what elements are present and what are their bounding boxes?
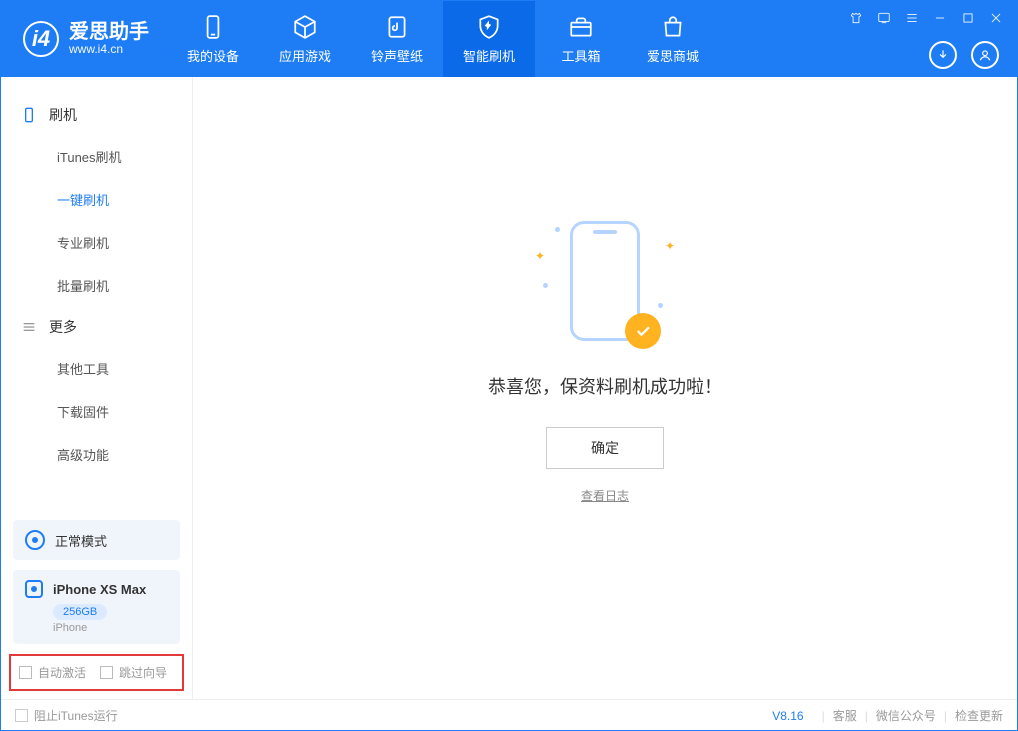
divider: | — [944, 709, 947, 723]
tshirt-icon[interactable] — [849, 11, 863, 25]
sparkle-icon: ✦ — [535, 249, 545, 263]
minimize-button[interactable] — [933, 11, 947, 25]
skip-guide-checkbox[interactable]: 跳过向导 — [100, 664, 167, 681]
mode-icon — [25, 530, 45, 550]
device-card[interactable]: iPhone XS Max 256GB iPhone — [13, 570, 180, 644]
maximize-button[interactable] — [961, 11, 975, 25]
divider: | — [822, 709, 825, 723]
options-row: 自动激活 跳过向导 — [9, 654, 184, 691]
success-illustration: ✦ ✦ — [525, 213, 685, 353]
sidebar-item-advanced[interactable]: 高级功能 — [1, 433, 192, 476]
logo-icon: i4 — [23, 21, 59, 57]
close-button[interactable] — [989, 11, 1003, 25]
checkbox-label: 自动激活 — [38, 664, 86, 681]
auto-activate-checkbox[interactable]: 自动激活 — [19, 664, 86, 681]
toolbox-icon — [568, 14, 594, 40]
header-bar: i4 爱思助手 www.i4.cn 我的设备 应用游戏 铃声壁纸 智能刷机 工具… — [1, 1, 1017, 77]
sidebar-item-batch-flash[interactable]: 批量刷机 — [1, 264, 192, 307]
header-right-buttons — [929, 41, 999, 69]
checkbox-icon — [100, 666, 113, 679]
cube-icon — [292, 14, 318, 40]
menu-icon[interactable] — [905, 11, 919, 25]
confirm-button[interactable]: 确定 — [546, 427, 664, 469]
nav-label: 铃声壁纸 — [371, 46, 423, 65]
customer-service-link[interactable]: 客服 — [833, 707, 857, 724]
check-update-link[interactable]: 检查更新 — [955, 707, 1003, 724]
app-url: www.i4.cn — [69, 43, 149, 56]
wechat-link[interactable]: 微信公众号 — [876, 707, 936, 724]
divider: | — [865, 709, 868, 723]
checkbox-icon — [19, 666, 32, 679]
sidebar-item-download-firmware[interactable]: 下载固件 — [1, 390, 192, 433]
nav-label: 工具箱 — [561, 46, 600, 65]
device-icon — [200, 14, 226, 40]
list-icon — [21, 319, 37, 335]
phone-icon — [21, 107, 37, 123]
nav-label: 我的设备 — [187, 46, 239, 65]
sidebar-item-other-tools[interactable]: 其他工具 — [1, 347, 192, 390]
nav-label: 智能刷机 — [463, 46, 515, 65]
music-icon — [384, 14, 410, 40]
nav-apps-games[interactable]: 应用游戏 — [259, 1, 351, 77]
sparkle-icon: ✦ — [665, 239, 675, 253]
app-title: 爱思助手 — [69, 21, 149, 43]
nav-toolbox[interactable]: 工具箱 — [535, 1, 627, 77]
nav-label: 爱思商城 — [647, 46, 699, 65]
nav-my-device[interactable]: 我的设备 — [167, 1, 259, 77]
window-controls — [849, 1, 1017, 29]
success-message: 恭喜您，保资料刷机成功啦！ — [488, 373, 722, 399]
nav-store[interactable]: 爱思商城 — [627, 1, 719, 77]
storage-badge: 256GB — [53, 604, 107, 620]
checkbox-label: 跳过向导 — [119, 664, 167, 681]
nav-smart-flash[interactable]: 智能刷机 — [443, 1, 535, 77]
mode-card[interactable]: 正常模式 — [13, 520, 180, 560]
device-icon — [25, 580, 43, 598]
feedback-icon[interactable] — [877, 11, 891, 25]
download-button[interactable] — [929, 41, 957, 69]
sidebar-item-pro-flash[interactable]: 专业刷机 — [1, 221, 192, 264]
checkbox-icon — [15, 709, 28, 722]
nav-ringtones[interactable]: 铃声壁纸 — [351, 1, 443, 77]
group-label: 刷机 — [49, 105, 77, 125]
footer-bar: 阻止iTunes运行 V8.16 | 客服 | 微信公众号 | 检查更新 — [1, 699, 1017, 731]
dot-icon — [658, 303, 663, 308]
checkbox-label: 阻止iTunes运行 — [34, 707, 118, 724]
bag-icon — [660, 14, 686, 40]
group-label: 更多 — [49, 317, 77, 337]
block-itunes-checkbox[interactable]: 阻止iTunes运行 — [15, 707, 118, 724]
mode-label: 正常模式 — [55, 531, 107, 550]
sidebar-group-flash[interactable]: 刷机 — [1, 95, 192, 135]
user-button[interactable] — [971, 41, 999, 69]
nav-label: 应用游戏 — [279, 46, 331, 65]
dot-icon — [555, 227, 560, 232]
device-type: iPhone — [53, 622, 168, 634]
view-log-link[interactable]: 查看日志 — [581, 487, 629, 504]
sidebar-item-oneclick-flash[interactable]: 一键刷机 — [1, 178, 192, 221]
version-label: V8.16 — [772, 709, 803, 723]
sidebar-group-more[interactable]: 更多 — [1, 307, 192, 347]
sidebar-item-itunes-flash[interactable]: iTunes刷机 — [1, 135, 192, 178]
device-name: iPhone XS Max — [53, 582, 146, 597]
top-navbar: 我的设备 应用游戏 铃声壁纸 智能刷机 工具箱 爱思商城 — [167, 1, 719, 77]
dot-icon — [543, 283, 548, 288]
shield-icon — [476, 14, 502, 40]
checkmark-badge-icon — [625, 313, 661, 349]
main-content: ✦ ✦ 恭喜您，保资料刷机成功啦！ 确定 查看日志 — [193, 77, 1017, 699]
sidebar: 刷机 iTunes刷机 一键刷机 专业刷机 批量刷机 更多 其他工具 下载固件 … — [1, 77, 193, 699]
logo-area[interactable]: i4 爱思助手 www.i4.cn — [1, 21, 167, 57]
